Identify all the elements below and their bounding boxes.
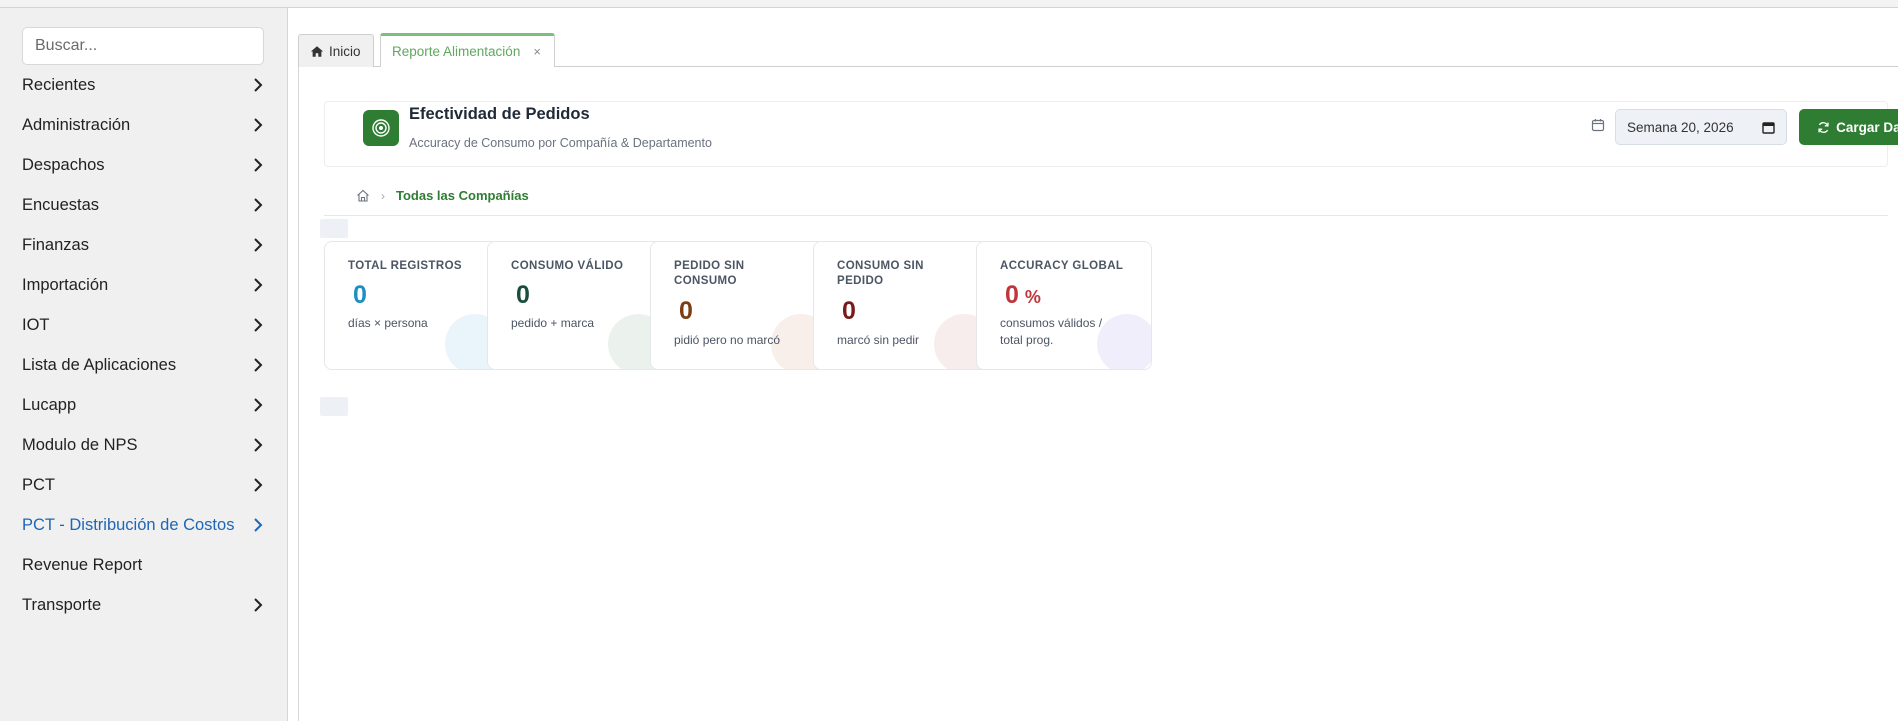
sidebar-menu: Recientes Administración Despachos Encuesta…	[0, 65, 288, 625]
sidebar-item-label: Despachos	[22, 155, 105, 174]
sidebar-item-label: Administración	[22, 115, 131, 134]
home-icon	[310, 45, 324, 57]
stat-label: CONSUMO VÁLIDO	[511, 260, 624, 272]
sidebar-item-revenue-report[interactable]: Revenue Report	[0, 545, 288, 585]
stat-value-number: 0	[1005, 281, 1019, 309]
loading-placeholder	[320, 219, 348, 238]
sidebar: Recientes Administración Despachos Encuesta…	[0, 8, 288, 721]
stat-card: ACCURACY GLOBAL 0% consumos válidos / tota…	[976, 241, 1152, 370]
sidebar-item-importaci-n[interactable]: Importación	[0, 265, 288, 305]
stat-value: 0	[353, 281, 367, 310]
tab-reporte-alimentacion[interactable]: Reporte Alimentación ×	[380, 33, 555, 67]
sidebar-item-recientes[interactable]: Recientes	[0, 65, 288, 105]
sidebar-item-lista-de-aplicaciones[interactable]: Lista de Aplicaciones	[0, 345, 288, 385]
stat-card: TOTAL REGISTROS 0 días × persona	[324, 241, 500, 370]
sidebar-item-label: Revenue Report	[22, 555, 143, 574]
sidebar-item-transporte[interactable]: Transporte	[0, 585, 288, 625]
sidebar-item-label: Transporte	[22, 595, 102, 614]
stat-label: PEDIDO SIN CONSUMO	[674, 260, 745, 287]
stat-card: CONSUMO VÁLIDO 0 pedido + marca	[487, 241, 663, 370]
sidebar-item-lucapp[interactable]: Lucapp	[0, 385, 288, 425]
stat-value-number: 0	[353, 281, 367, 309]
stat-card: PEDIDO SIN CONSUMO 0 pidió pero no marcó	[650, 241, 826, 370]
stat-label: CONSUMO SIN PEDIDO	[837, 260, 924, 287]
breadcrumb-home-icon[interactable]	[356, 189, 370, 202]
stat-value-number: 0	[516, 281, 530, 309]
breadcrumb-current[interactable]: Todas las Compañías	[396, 188, 529, 203]
sidebar-item-label: Importación	[22, 275, 109, 294]
stat-description: pedido + marca	[511, 316, 595, 330]
stat-description: días × persona	[348, 316, 428, 330]
chevron-right-icon	[250, 517, 266, 533]
chevron-right-icon	[250, 357, 266, 373]
sidebar-item-label: Lucapp	[22, 395, 77, 414]
tab-inicio-label: Inicio	[329, 43, 361, 59]
sidebar-item-label: PCT - Distribución de Costos	[22, 515, 235, 534]
calendar-icon	[1591, 119, 1605, 132]
close-tab-icon[interactable]: ×	[533, 44, 541, 59]
chevron-right-icon	[250, 597, 266, 613]
stat-card: CONSUMO SIN PEDIDO 0 marcó sin pedir	[813, 241, 989, 370]
tab-report-label: Reporte Alimentación	[392, 44, 521, 59]
stat-value-number: 0	[679, 297, 693, 325]
stat-value: 0	[516, 281, 530, 310]
chevron-right-icon	[250, 437, 266, 453]
sidebar-item-administraci-n[interactable]: Administración	[0, 105, 288, 145]
content-left-border	[298, 58, 299, 721]
stat-description: consumos válidos / total prog.	[1000, 316, 1103, 347]
stat-label: ACCURACY GLOBAL	[1000, 260, 1124, 272]
chevron-right-icon	[250, 397, 266, 413]
sidebar-item-label: Encuestas	[22, 195, 100, 214]
report-header: Efectividad de Pedidos Accuracy de Consu…	[324, 101, 1898, 167]
sidebar-item-pct[interactable]: PCT	[0, 465, 288, 505]
stat-description: marcó sin pedir	[837, 333, 920, 347]
chevron-right-icon	[250, 317, 266, 333]
stat-label: TOTAL REGISTROS	[348, 260, 462, 272]
breadcrumb-divider	[324, 215, 1888, 216]
breadcrumb: › Todas las Compañías	[356, 188, 529, 203]
week-value: Semana 20, 2026	[1627, 119, 1734, 135]
search-input[interactable]	[22, 27, 264, 65]
load-data-button[interactable]: Cargar Datos	[1799, 109, 1898, 145]
chevron-right-icon	[250, 197, 266, 213]
sidebar-item-pct-distribuci-n-de-costos[interactable]: PCT - Distribución de Costos	[0, 505, 288, 545]
stat-value-number: 0	[842, 297, 856, 325]
sidebar-item-despachos[interactable]: Despachos	[0, 145, 288, 185]
breadcrumb-separator-icon: ›	[381, 188, 385, 203]
chevron-right-icon	[250, 77, 266, 93]
page-subtitle: Accuracy de Consumo por Compañía & Depar…	[409, 136, 712, 150]
chevron-right-icon	[250, 117, 266, 133]
sidebar-item-label: Lista de Aplicaciones	[22, 355, 177, 374]
sidebar-item-iot[interactable]: IOT	[0, 305, 288, 345]
chevron-right-icon	[250, 277, 266, 293]
page-title: Efectividad de Pedidos	[409, 105, 590, 123]
calendar-picker-icon[interactable]	[1762, 121, 1775, 134]
week-picker-input[interactable]: Semana 20, 2026	[1615, 109, 1787, 145]
chevron-right-icon	[250, 477, 266, 493]
target-icon	[363, 110, 399, 146]
stat-value: 0%	[1005, 281, 1041, 310]
stat-value: 0	[679, 297, 693, 326]
main-content: Inicio Reporte Alimentación × Efectivida…	[288, 8, 1898, 721]
sidebar-item-label: Recientes	[22, 75, 96, 94]
loading-placeholder	[320, 397, 348, 416]
stat-description: pidió pero no marcó	[674, 333, 781, 347]
sidebar-item-label: Finanzas	[22, 235, 89, 254]
stat-unit: %	[1024, 287, 1041, 307]
chevron-right-icon	[250, 157, 266, 173]
refresh-icon	[1818, 121, 1829, 133]
sidebar-item-modulo-de-nps[interactable]: Modulo de NPS	[0, 425, 288, 465]
chevron-right-icon	[250, 237, 266, 253]
sidebar-item-encuestas[interactable]: Encuestas	[0, 185, 288, 225]
window-top-bar	[0, 0, 1898, 8]
sidebar-item-finanzas[interactable]: Finanzas	[0, 225, 288, 265]
sidebar-item-label: Modulo de NPS	[22, 435, 138, 454]
load-data-label: Cargar Datos	[1836, 119, 1898, 135]
tab-inicio[interactable]: Inicio	[298, 34, 374, 67]
sidebar-item-label: IOT	[22, 315, 50, 334]
stat-value: 0	[842, 297, 856, 326]
tab-bar: Inicio Reporte Alimentación ×	[298, 25, 1898, 67]
sidebar-item-label: PCT	[22, 475, 55, 494]
